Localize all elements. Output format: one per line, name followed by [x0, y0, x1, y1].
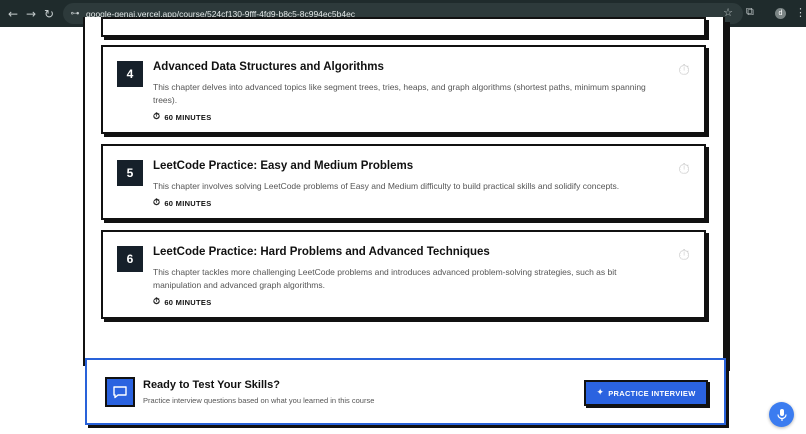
chapter-number-badge: 4 [117, 61, 143, 87]
cta-title: Ready to Test Your Skills? [143, 379, 280, 391]
practice-interview-button[interactable]: ✦ PRACTICE INTERVIEW [584, 380, 708, 406]
chapter-number-badge: 6 [117, 246, 143, 272]
reload-icon[interactable]: ↻ [40, 5, 58, 23]
chapter-duration: ⏱ 60 MINUTES [153, 112, 212, 122]
chapter-duration: ⏱ 60 MINUTES [153, 297, 212, 307]
browser-menu-icon[interactable]: ⋮ [795, 6, 806, 19]
chapter-title: Advanced Data Structures and Algorithms [153, 61, 384, 73]
chapter-duration-label: 60 MINUTES [164, 297, 212, 307]
microphone-icon[interactable] [769, 402, 794, 427]
forward-icon[interactable]: → [22, 5, 40, 23]
stopwatch-icon: ⏱ [153, 297, 161, 307]
microphone-svg [776, 408, 787, 421]
extensions-icon[interactable]: ⧉ [746, 5, 754, 19]
chapter-title: LeetCode Practice: Easy and Medium Probl… [153, 160, 414, 172]
stopwatch-icon: ⏱ [153, 112, 161, 122]
timer-icon: ⏱ [678, 61, 690, 79]
site-info-icon[interactable]: ⊶ [68, 7, 82, 21]
back-icon[interactable]: ← [4, 5, 22, 23]
profile-avatar[interactable]: d [775, 8, 786, 19]
chapter-number-badge: 5 [117, 160, 143, 186]
chapter-description: This chapter involves solving LeetCode p… [153, 181, 620, 191]
practice-interview-label: PRACTICE INTERVIEW [608, 388, 696, 398]
chapter-duration-label: 60 MINUTES [164, 112, 212, 122]
chapter-description: This chapter delves into advanced topics… [153, 82, 646, 105]
chapter-title: LeetCode Practice: Hard Problems and Adv… [153, 246, 490, 258]
stopwatch-icon: ⏱ [153, 198, 161, 208]
cta-subtitle: Practice interview questions based on wh… [143, 396, 375, 405]
timer-icon: ⏱ [678, 160, 690, 178]
practice-cta-card: Ready to Test Your Skills? Practice inte… [85, 358, 726, 425]
chapter-card[interactable]: 4 Advanced Data Structures and Algorithm… [101, 45, 706, 134]
chat-bubble-icon [105, 377, 135, 407]
page-content: 4 Advanced Data Structures and Algorithm… [0, 17, 806, 434]
chat-bubble-svg [113, 386, 127, 399]
sparkle-icon: ✦ [596, 388, 605, 398]
chapter-duration-label: 60 MINUTES [164, 198, 212, 208]
chapter-duration: ⏱ 60 MINUTES [153, 198, 212, 208]
chapter-card[interactable]: 6 LeetCode Practice: Hard Problems and A… [101, 230, 706, 319]
chapter-card-previous[interactable] [101, 17, 706, 37]
chapter-card[interactable]: 5 LeetCode Practice: Easy and Medium Pro… [101, 144, 706, 220]
timer-icon: ⏱ [678, 246, 690, 264]
chapter-description: This chapter tackles more challenging Le… [153, 267, 617, 290]
